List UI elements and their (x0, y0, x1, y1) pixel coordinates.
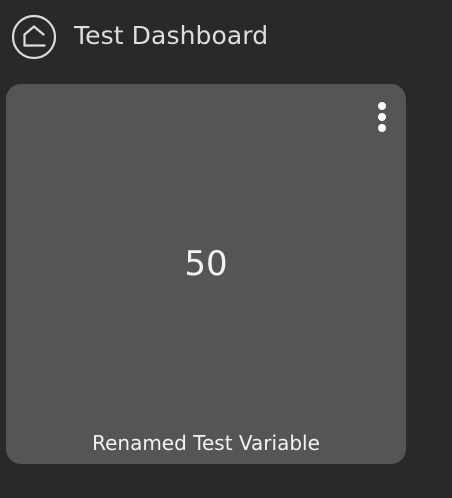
page-title: Test Dashboard (74, 21, 269, 50)
widget-value: 50 (184, 244, 228, 284)
variable-widget-card[interactable]: 50 Renamed Test Variable (6, 84, 406, 464)
menu-dot (378, 113, 386, 121)
menu-dot (378, 124, 386, 132)
kebab-menu-icon[interactable] (372, 100, 392, 136)
dashboard-header: Test Dashboard (0, 0, 452, 72)
widget-label: Renamed Test Variable (92, 431, 320, 455)
menu-dot (378, 102, 386, 110)
home-icon[interactable] (11, 14, 57, 60)
